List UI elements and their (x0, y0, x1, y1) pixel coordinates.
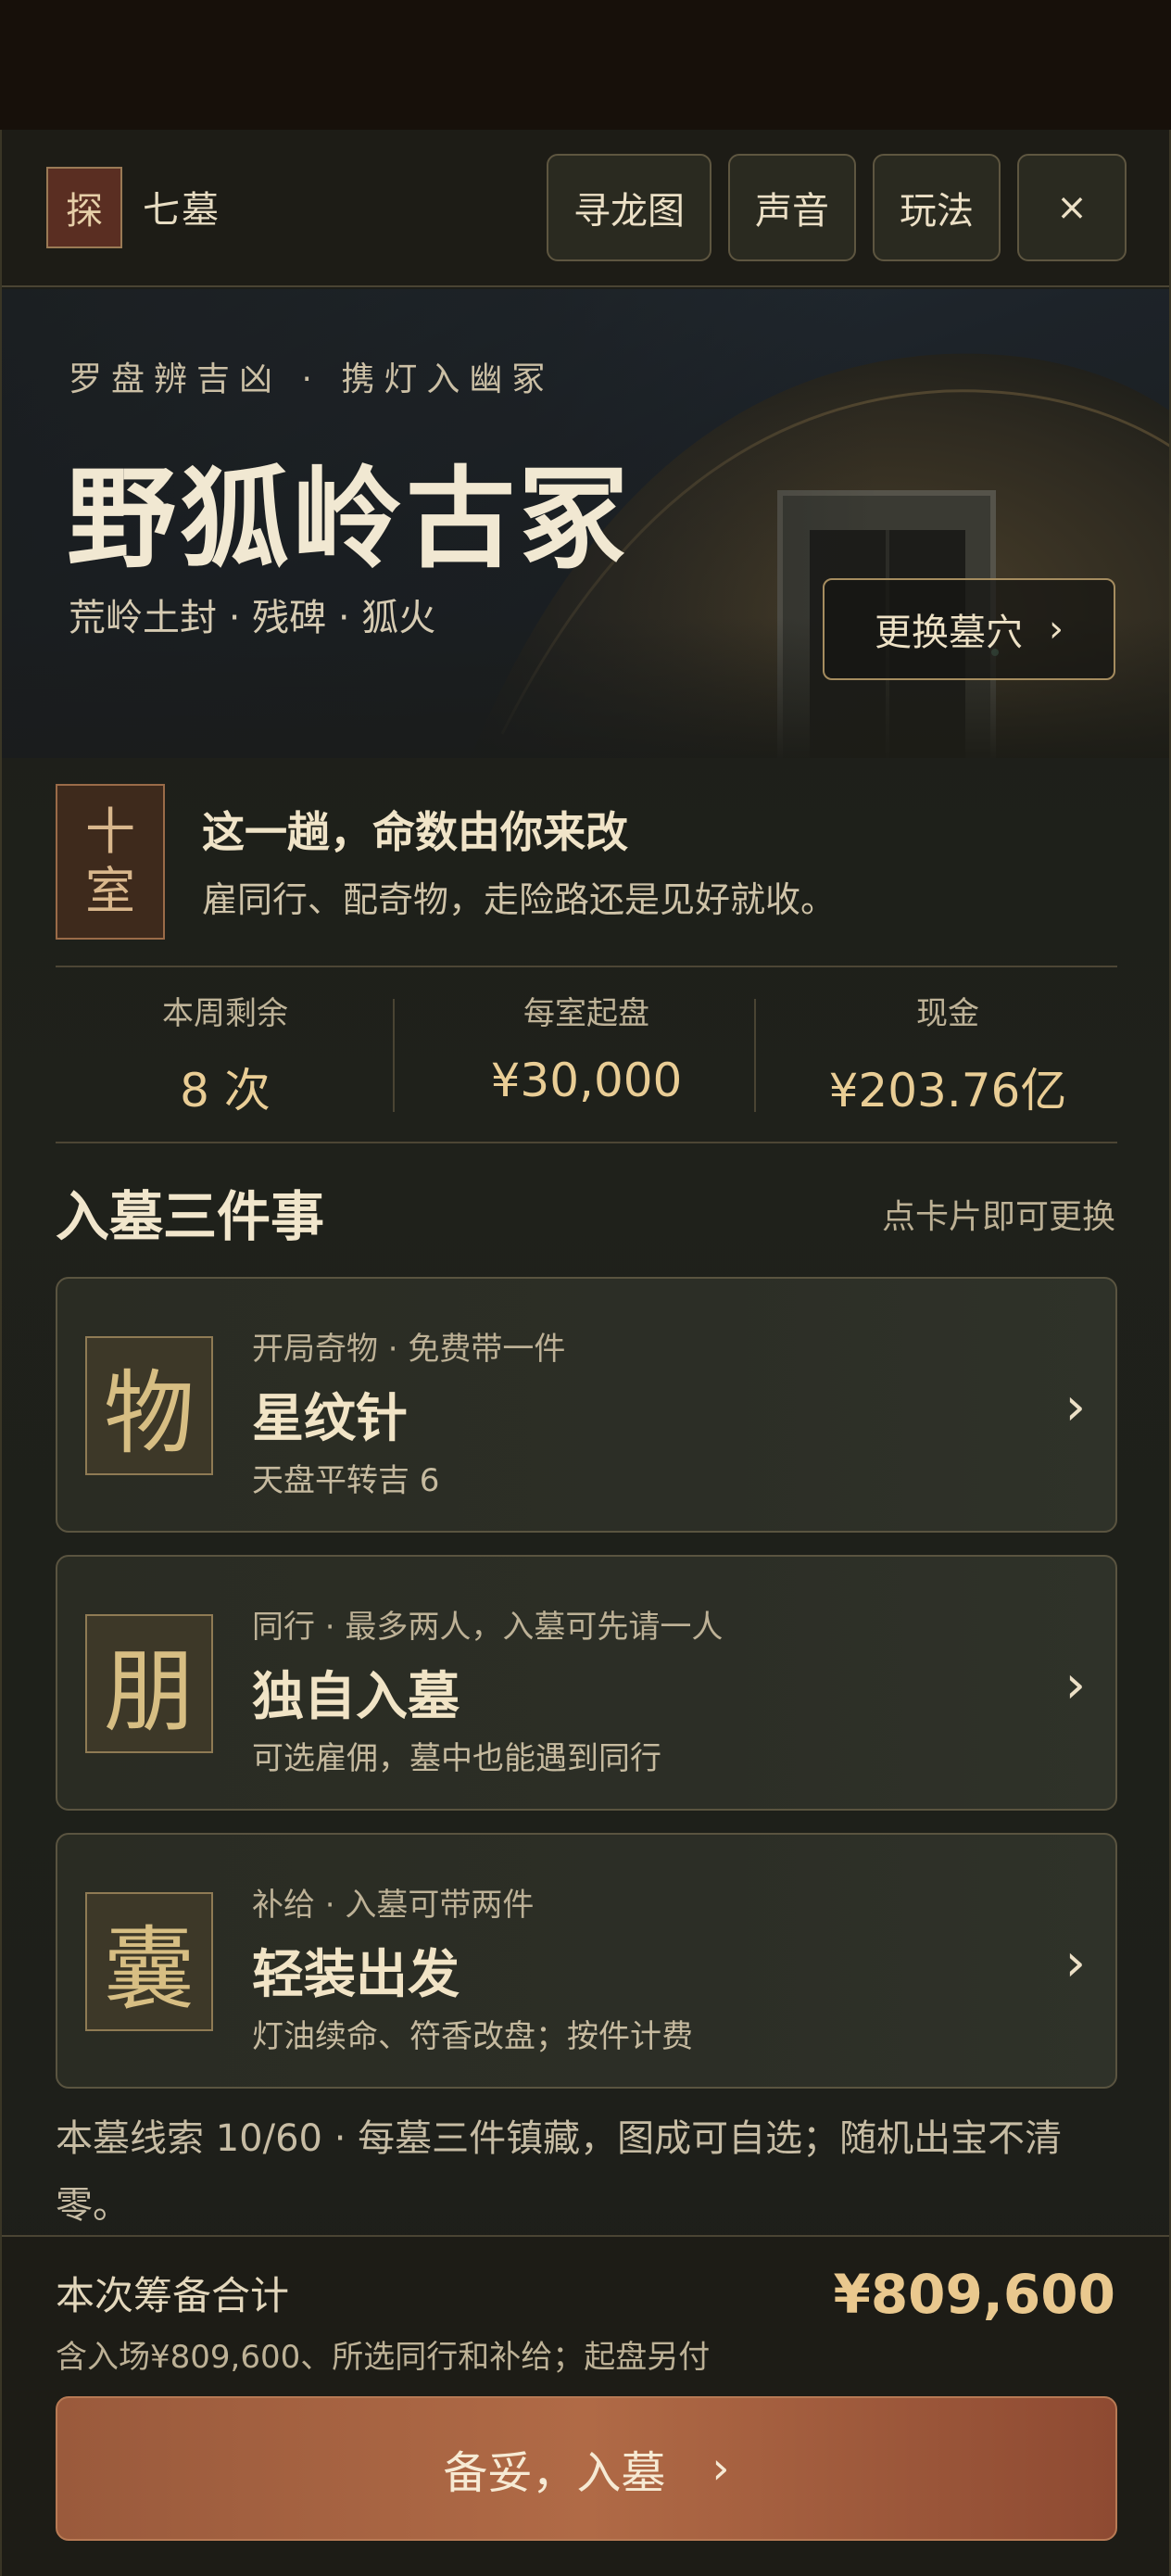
clue-footnote: 本墓线索 10/60 · 每墓三件镇藏，图成可自选；随机出宝不清零。 (56, 2117, 1063, 2227)
hero-banner: 罗盘辨吉凶 · 携灯入幽冢 野狐岭古冢 荒岭土封 · 残碑 · 狐火 (2, 289, 1169, 758)
status-bar-area (0, 0, 1171, 130)
stat-weekly-remaining: 本周剩余 8 次 (44, 988, 406, 1120)
card-companion[interactable]: 朋 同行 · 最多两人，入墓可先请一人 独自入墓 可选雇佣，墓中也能遇到同行 › (56, 1555, 1117, 1811)
stat-room-start: 每室起盘 ¥30,000 (406, 988, 767, 1107)
rules-button[interactable]: 玩法 (873, 154, 1001, 261)
chevron-right-icon: › (1064, 1655, 1086, 1715)
hero-tagline: 罗盘辨吉凶 · 携灯入幽冢 (69, 360, 555, 398)
card-supplies[interactable]: 囊 补给 · 入墓可带两件 轻装出发 灯油续命、符香改盘；按件计费 › (56, 1833, 1117, 2089)
app-window: 探 七墓 寻龙图 声音 玩法 × 罗盘辨吉凶 · 携灯入幽冢 野狐岭古冢 荒岭土… (0, 130, 1171, 2576)
card-kicker: 同行 · 最多两人，入墓可先请一人 (252, 1609, 724, 1646)
chevron-right-icon: › (1049, 608, 1064, 650)
header: 探 七墓 寻龙图 声音 玩法 × (2, 130, 1169, 287)
card-kicker: 补给 · 入墓可带两件 (252, 1887, 535, 1924)
room-badge-char: 十 (85, 802, 135, 861)
map-button[interactable]: 寻龙图 (547, 154, 711, 261)
intro-title: 这一趟，命数由你来改 (202, 807, 628, 857)
summary-label: 本次筹备合计 (56, 2273, 290, 2318)
stat-separator (754, 999, 756, 1112)
card-kicker: 开局奇物 · 免费带一件 (252, 1331, 566, 1368)
card-title: 星纹针 (252, 1389, 408, 1449)
summary-desc: 含入场¥809,600、所选同行和补给；起盘另付 (56, 2339, 711, 2376)
intro-subtitle: 雇同行、配奇物，走险路还是见好就收。 (202, 879, 837, 920)
card-desc: 天盘平转吉 6 (252, 1462, 440, 1499)
card-icon-char: 物 (85, 1336, 213, 1475)
close-button[interactable]: × (1017, 154, 1127, 261)
tomb-subtitle: 荒岭土封 · 残碑 · 狐火 (69, 597, 436, 639)
card-desc: 灯油续命、符香改盘；按件计费 (252, 2018, 693, 2055)
card-icon-char: 囊 (85, 1892, 213, 2031)
summary-total: ¥809,600 (833, 2263, 1115, 2326)
card-icon-char: 朋 (85, 1614, 213, 1753)
chevron-right-icon: › (1064, 1377, 1086, 1437)
room-badge-char: 室 (85, 862, 135, 920)
divider (56, 966, 1117, 967)
summary-bar: 本次筹备合计 含入场¥809,600、所选同行和补给；起盘另付 ¥809,600… (2, 2235, 1169, 2576)
stat-label: 每室起盘 (523, 995, 649, 1032)
card-title: 轻装出发 (252, 1945, 460, 2005)
stat-value: ¥203.76亿 (828, 1064, 1067, 1118)
sound-button[interactable]: 声音 (728, 154, 856, 261)
enter-tomb-label: 备妥，入墓 (443, 2447, 666, 2499)
card-title: 独自入墓 (252, 1667, 460, 1727)
stat-separator (393, 999, 395, 1112)
chevron-right-icon: › (711, 2443, 730, 2494)
divider (56, 1142, 1117, 1143)
stat-cash: 现金 ¥203.76亿 (767, 988, 1128, 1120)
stat-label: 现金 (916, 995, 979, 1032)
stat-value: ¥30,000 (490, 1054, 683, 1107)
logo: 探 (46, 167, 122, 248)
stat-label: 本周剩余 (162, 995, 288, 1032)
card-artifact[interactable]: 物 开局奇物 · 免费带一件 星纹针 天盘平转吉 6 › (56, 1277, 1117, 1533)
section-hint: 点卡片即可更换 (881, 1198, 1115, 1236)
stat-value: 8 次 (180, 1064, 271, 1118)
change-tomb-label: 更换墓穴 (875, 612, 1023, 654)
tomb-title: 野狐岭古冢 (67, 455, 633, 583)
change-tomb-button[interactable]: 更换墓穴 › (823, 578, 1115, 680)
section-title: 入墓三件事 (56, 1185, 325, 1248)
enter-tomb-button[interactable]: 备妥，入墓 › (56, 2396, 1117, 2541)
chevron-right-icon: › (1064, 1933, 1086, 1993)
card-desc: 可选雇佣，墓中也能遇到同行 (252, 1740, 661, 1777)
room-count-badge: 十 室 (56, 784, 165, 940)
brand-name: 七墓 (143, 189, 220, 232)
